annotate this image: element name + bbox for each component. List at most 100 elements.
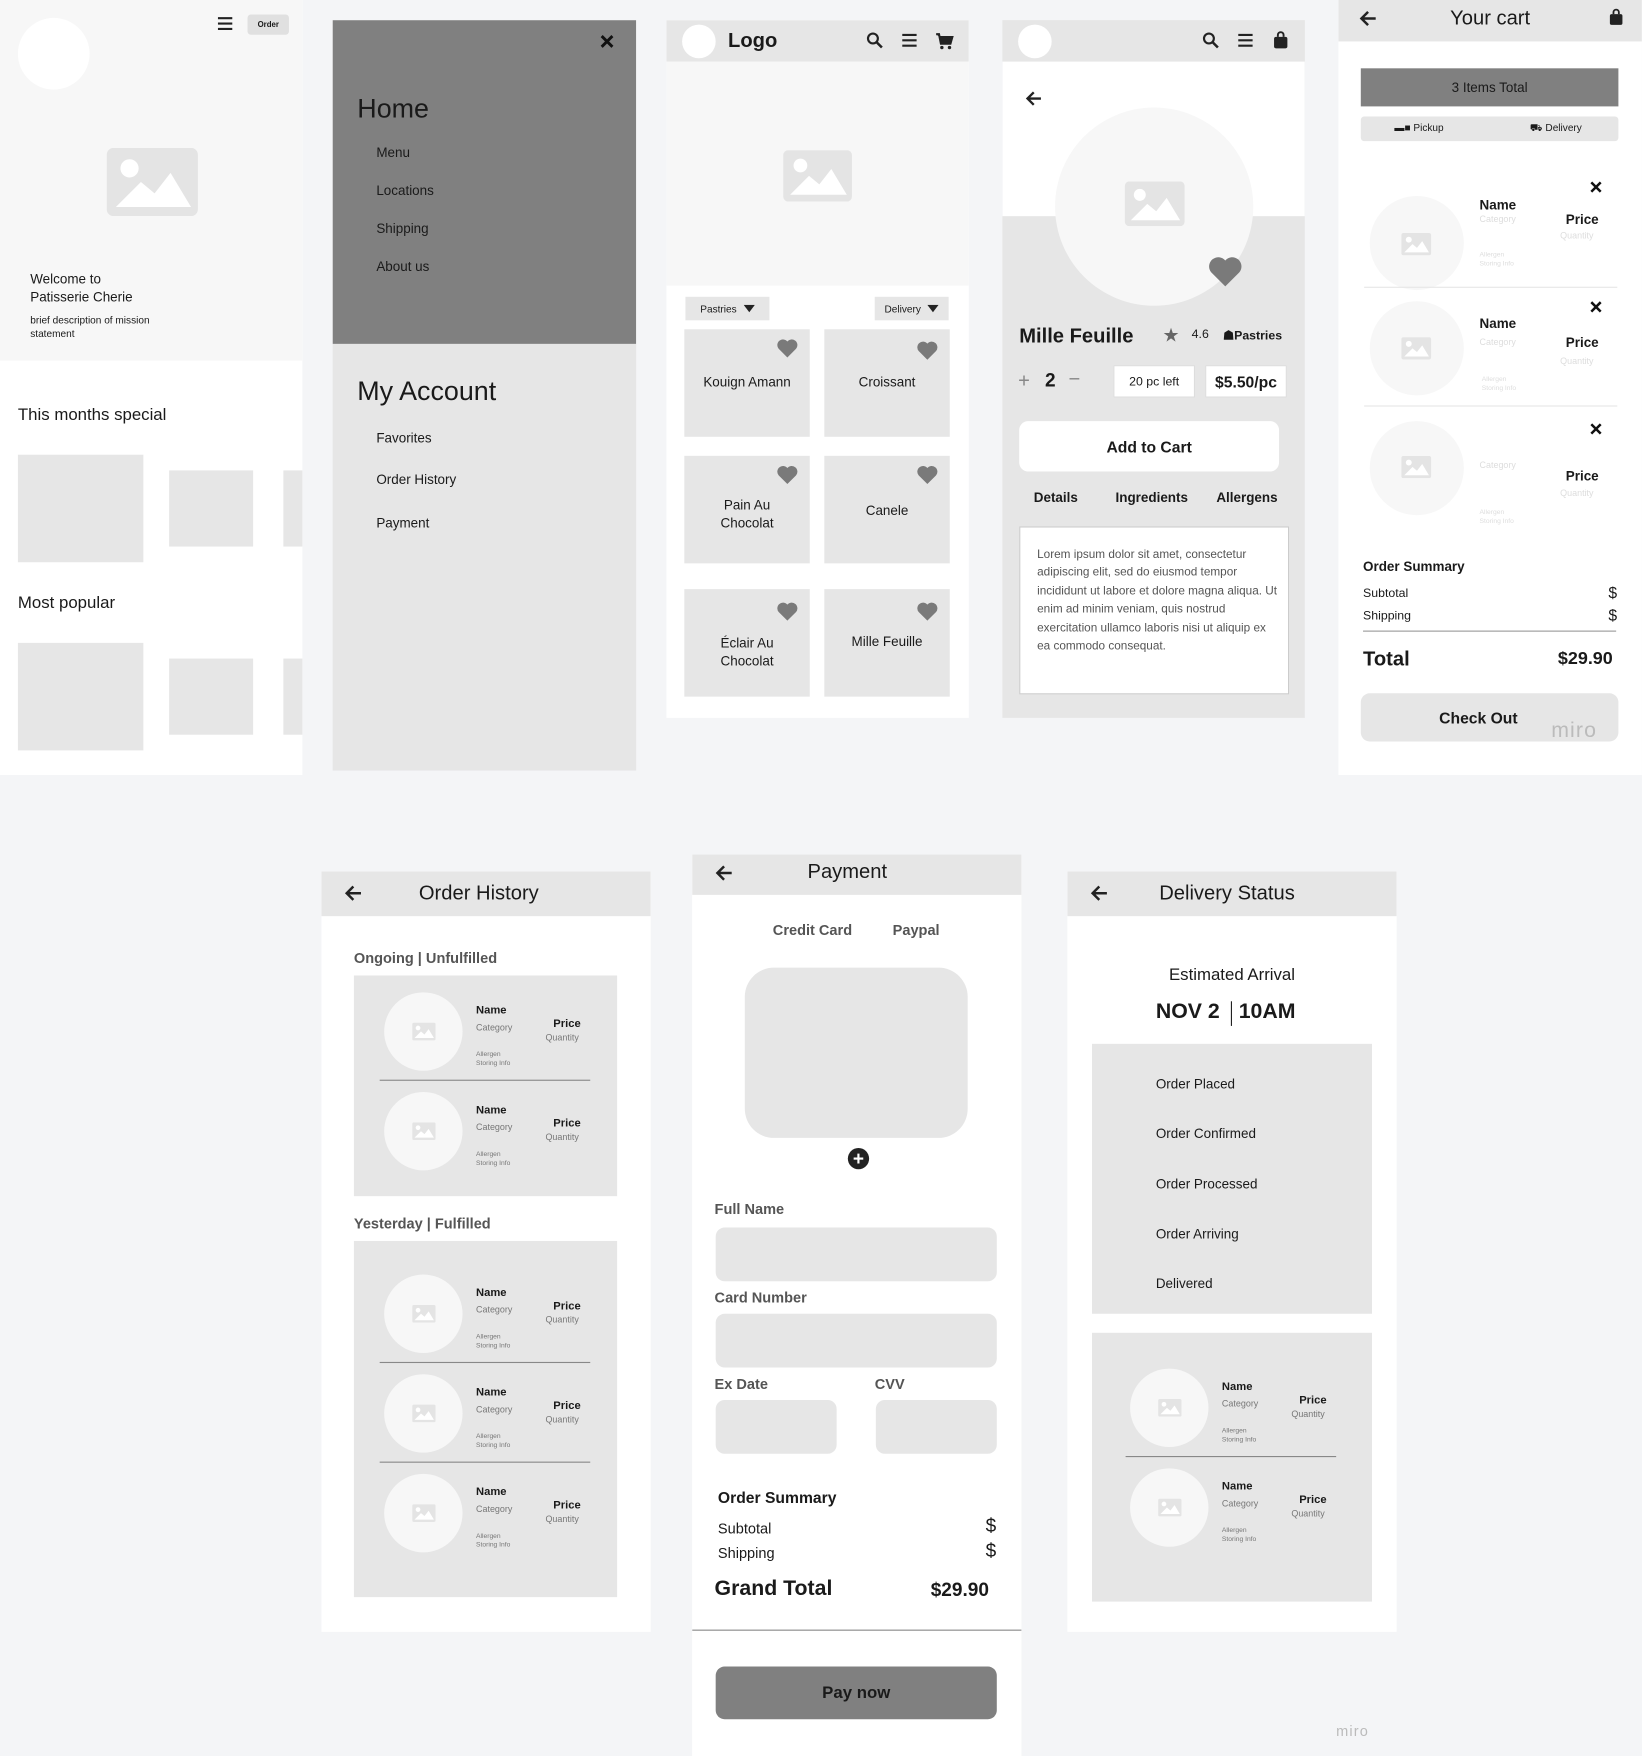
category-label: ☗Pastries (1223, 329, 1283, 343)
hamburger-menu-icon[interactable] (1236, 31, 1254, 49)
category-filter-dropdown[interactable]: Pastries (685, 296, 770, 321)
product-name: Canele (865, 502, 909, 519)
order-item[interactable]: Name Category Price Quantity Allergen Storing… (384, 1374, 608, 1464)
divider (379, 1361, 591, 1364)
add-card-icon[interactable]: + (847, 1148, 870, 1170)
special-card[interactable] (17, 454, 144, 563)
search-icon[interactable] (1202, 31, 1220, 49)
add-to-cart-button[interactable]: Add to Cart (1019, 421, 1280, 472)
back-arrow-icon[interactable] (715, 864, 734, 883)
stock-badge: 20 pc left (1113, 365, 1196, 398)
favorite-heart-icon[interactable] (1207, 255, 1243, 287)
product-title: Mille Feuille (1019, 324, 1134, 348)
menu-item-payment[interactable]: Payment (376, 515, 429, 531)
menu-item-order-history[interactable]: Order History (376, 472, 456, 488)
menu-item-about[interactable]: About us (376, 259, 429, 275)
item-info: Allergen Storing Info (1221, 1527, 1257, 1544)
image-placeholder-icon (1401, 456, 1431, 478)
pickup-option[interactable]: ▬■ Pickup (1394, 122, 1443, 133)
special-card[interactable] (283, 470, 303, 547)
product-card[interactable]: Canele (824, 455, 950, 564)
order-item[interactable]: Name Category Price Quantity Allergen Storing… (384, 992, 608, 1082)
heart-icon[interactable] (776, 338, 798, 358)
tab-allergens[interactable]: Allergens (1216, 489, 1277, 505)
remove-item-icon[interactable] (1588, 421, 1604, 437)
back-arrow-icon[interactable] (1090, 884, 1109, 903)
subtotal-label: Subtotal (1363, 586, 1409, 601)
delivery-filter-value: Delivery (884, 302, 921, 315)
heart-icon[interactable] (916, 340, 938, 360)
image-placeholder-icon (783, 150, 852, 202)
back-arrow-icon[interactable] (1025, 90, 1043, 108)
item-quantity: Quantity (545, 1314, 579, 1325)
special-card[interactable] (169, 470, 254, 547)
tab-credit-card[interactable]: Credit Card (773, 922, 852, 939)
order-item[interactable]: Name Category Price Quantity Allergen Storing… (384, 1274, 608, 1365)
card-number-input[interactable] (715, 1313, 997, 1368)
menu-item-locations[interactable]: Locations (376, 183, 434, 199)
item-name: Name (476, 1486, 507, 1499)
product-card[interactable]: Mille Feuille (824, 589, 950, 697)
back-arrow-icon[interactable] (344, 884, 363, 903)
tab-paypal[interactable]: Paypal (893, 922, 940, 939)
product-card[interactable]: Kouign Amann (684, 329, 810, 437)
tab-ingredients[interactable]: Ingredients (1116, 489, 1188, 505)
item-price: Price (553, 1400, 581, 1413)
tab-details[interactable]: Details (1034, 489, 1078, 505)
order-item[interactable]: Name Category Price Quantity Allergen Storing… (1130, 1368, 1354, 1459)
product-card[interactable]: Éclair Au Chocolat (684, 589, 810, 697)
hamburger-menu-icon[interactable] (900, 31, 918, 49)
item-price: Price (553, 1117, 581, 1131)
menu-item-menu[interactable]: Menu (376, 144, 410, 160)
close-icon[interactable] (598, 32, 616, 50)
order-item[interactable]: Name Category Price Quantity Allergen Storing… (1130, 1468, 1354, 1558)
heart-icon[interactable] (776, 465, 798, 485)
full-name-input[interactable] (715, 1227, 997, 1282)
logo-avatar (17, 17, 90, 90)
ex-date-input[interactable] (715, 1400, 837, 1454)
product-card[interactable]: Pain Au Chocolat (684, 455, 810, 564)
popular-card[interactable] (17, 642, 144, 751)
order-item[interactable]: Name Category Price Quantity Allergen Storing… (384, 1092, 608, 1182)
heart-icon[interactable] (776, 601, 798, 621)
item-info: Allergen Storing Info (1479, 509, 1514, 526)
heart-icon[interactable] (916, 601, 938, 621)
pay-now-button[interactable]: Pay now (715, 1666, 997, 1720)
product-card[interactable]: Croissant (824, 329, 950, 437)
order-button[interactable]: Order (247, 14, 289, 35)
popular-card[interactable] (283, 658, 303, 735)
item-quantity: Quantity (545, 1414, 579, 1425)
image-placeholder-icon (1158, 1499, 1182, 1517)
decrease-quantity-button[interactable]: − (1068, 367, 1080, 391)
search-icon[interactable] (866, 31, 884, 49)
cart-icon[interactable] (935, 31, 954, 50)
quantity-value[interactable]: 2 (1045, 370, 1056, 392)
remove-item-icon[interactable] (1588, 179, 1604, 195)
cvv-input[interactable] (875, 1400, 997, 1454)
item-price: Price (1299, 1394, 1327, 1407)
cart-item: Name Category Price Quantity Allergen Sto… (1338, 297, 1642, 409)
popular-card[interactable] (169, 658, 254, 735)
item-price: Price (553, 1018, 581, 1031)
menu-item-favorites[interactable]: Favorites (376, 430, 431, 446)
increase-quantity-button[interactable]: + (1018, 370, 1030, 394)
product-name: Croissant (858, 374, 916, 390)
delivery-filter-dropdown[interactable]: Delivery (874, 296, 949, 321)
caret-down-icon (928, 305, 939, 313)
remove-item-icon[interactable] (1588, 299, 1604, 315)
eta-time: 10AM (1238, 1000, 1296, 1024)
delivery-label: Delivery (1545, 122, 1582, 134)
item-category: Category (476, 1404, 513, 1415)
shopping-bag-icon[interactable] (1271, 30, 1290, 49)
item-name: Name (476, 1104, 507, 1117)
heart-icon[interactable] (916, 465, 938, 485)
menu-item-shipping[interactable]: Shipping (376, 221, 428, 237)
menu-home[interactable]: Home (357, 94, 429, 125)
shopping-bag-icon (1607, 8, 1625, 26)
shop-screen: Logo Pastries Delivery Kouign Amann Croi… (666, 20, 969, 718)
delivery-option[interactable]: ⛟ Delivery (1530, 122, 1582, 135)
pickup-label: Pickup (1413, 122, 1444, 134)
image-placeholder-icon (412, 1122, 436, 1140)
hamburger-menu-icon[interactable] (216, 15, 234, 33)
order-item[interactable]: Name Category Price Quantity Allergen Storing… (384, 1473, 608, 1564)
